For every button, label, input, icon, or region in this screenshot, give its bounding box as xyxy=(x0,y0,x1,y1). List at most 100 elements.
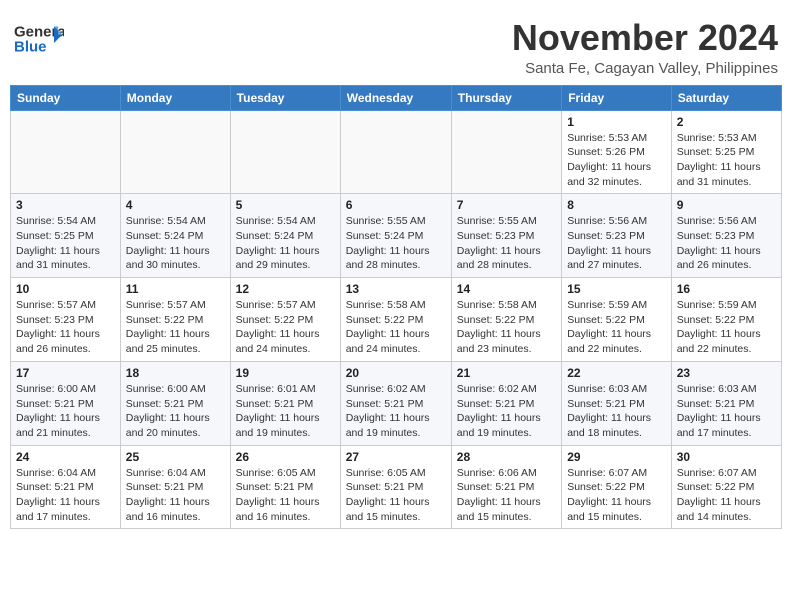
day-info: Sunrise: 5:58 AM Sunset: 5:22 PM Dayligh… xyxy=(346,298,446,357)
calendar-cell: 1 Sunrise: 5:53 AM Sunset: 5:26 PM Daylig… xyxy=(562,110,672,194)
day-number: 13 xyxy=(346,282,446,296)
calendar-week-row: 10Sunrise: 5:57 AM Sunset: 5:23 PM Dayli… xyxy=(11,278,782,362)
day-info: Sunrise: 5:53 AM Sunset: 5:26 PM Dayligh… xyxy=(567,131,666,190)
calendar-cell: 16 Sunrise: 5:59 AM Sunset: 5:22 PM Dayli… xyxy=(671,278,781,362)
calendar-cell: 3Sunrise: 5:54 AM Sunset: 5:25 PM Daylig… xyxy=(11,194,121,278)
calendar-table: SundayMondayTuesdayWednesdayThursdayFrid… xyxy=(10,85,782,530)
col-header-tuesday: Tuesday xyxy=(230,85,340,110)
calendar-cell: 30Sunrise: 6:07 AM Sunset: 5:22 PM Dayli… xyxy=(671,445,781,529)
day-number: 19 xyxy=(236,366,335,380)
calendar-cell: 27 Sunrise: 6:05 AM Sunset: 5:21 PM Dayli… xyxy=(340,445,451,529)
day-info: Sunrise: 5:54 AM Sunset: 5:25 PM Dayligh… xyxy=(16,214,115,273)
day-info: Sunrise: 6:07 AM Sunset: 5:22 PM Dayligh… xyxy=(567,466,666,525)
day-info: Sunrise: 6:00 AM Sunset: 5:21 PM Dayligh… xyxy=(126,382,225,441)
calendar-cell: 4Sunrise: 5:54 AM Sunset: 5:24 PM Daylig… xyxy=(120,194,230,278)
col-header-monday: Monday xyxy=(120,85,230,110)
day-info: Sunrise: 5:55 AM Sunset: 5:24 PM Dayligh… xyxy=(346,214,446,273)
day-number: 20 xyxy=(346,366,446,380)
day-info: Sunrise: 5:54 AM Sunset: 5:24 PM Dayligh… xyxy=(236,214,335,273)
calendar-cell: 9 Sunrise: 5:56 AM Sunset: 5:23 PM Daylig… xyxy=(671,194,781,278)
day-number: 9 xyxy=(677,198,776,212)
day-number: 5 xyxy=(236,198,335,212)
day-number: 21 xyxy=(457,366,556,380)
calendar-cell: 13 Sunrise: 5:58 AM Sunset: 5:22 PM Dayli… xyxy=(340,278,451,362)
day-number: 11 xyxy=(126,282,225,296)
day-number: 6 xyxy=(346,198,446,212)
day-number: 27 xyxy=(346,450,446,464)
month-title: November 2024 xyxy=(512,18,778,58)
calendar-cell xyxy=(11,110,121,194)
day-info: Sunrise: 5:56 AM Sunset: 5:23 PM Dayligh… xyxy=(567,214,666,273)
day-number: 22 xyxy=(567,366,666,380)
day-number: 28 xyxy=(457,450,556,464)
col-header-wednesday: Wednesday xyxy=(340,85,451,110)
calendar-cell: 11 Sunrise: 5:57 AM Sunset: 5:22 PM Dayli… xyxy=(120,278,230,362)
calendar-week-row: 3Sunrise: 5:54 AM Sunset: 5:25 PM Daylig… xyxy=(11,194,782,278)
day-number: 12 xyxy=(236,282,335,296)
day-number: 7 xyxy=(457,198,556,212)
day-number: 25 xyxy=(126,450,225,464)
day-info: Sunrise: 5:57 AM Sunset: 5:22 PM Dayligh… xyxy=(126,298,225,357)
calendar-cell: 2Sunrise: 5:53 AM Sunset: 5:25 PM Daylig… xyxy=(671,110,781,194)
col-header-sunday: Sunday xyxy=(11,85,121,110)
calendar-cell: 17 Sunrise: 6:00 AM Sunset: 5:21 PM Dayli… xyxy=(11,361,121,445)
day-number: 1 xyxy=(567,115,666,129)
logo-svg: General Blue xyxy=(14,18,64,58)
calendar-cell: 28 Sunrise: 6:06 AM Sunset: 5:21 PM Dayli… xyxy=(451,445,561,529)
calendar-week-row: 24 Sunrise: 6:04 AM Sunset: 5:21 PM Dayli… xyxy=(11,445,782,529)
day-info: Sunrise: 6:05 AM Sunset: 5:21 PM Dayligh… xyxy=(346,466,446,525)
calendar-cell: 5 Sunrise: 5:54 AM Sunset: 5:24 PM Daylig… xyxy=(230,194,340,278)
calendar-cell: 8 Sunrise: 5:56 AM Sunset: 5:23 PM Daylig… xyxy=(562,194,672,278)
calendar-cell: 15 Sunrise: 5:59 AM Sunset: 5:22 PM Dayli… xyxy=(562,278,672,362)
day-info: Sunrise: 6:03 AM Sunset: 5:21 PM Dayligh… xyxy=(567,382,666,441)
calendar-cell: 29Sunrise: 6:07 AM Sunset: 5:22 PM Dayli… xyxy=(562,445,672,529)
calendar-cell: 22 Sunrise: 6:03 AM Sunset: 5:21 PM Dayli… xyxy=(562,361,672,445)
day-info: Sunrise: 5:59 AM Sunset: 5:22 PM Dayligh… xyxy=(677,298,776,357)
day-info: Sunrise: 5:55 AM Sunset: 5:23 PM Dayligh… xyxy=(457,214,556,273)
day-info: Sunrise: 6:02 AM Sunset: 5:21 PM Dayligh… xyxy=(346,382,446,441)
calendar-cell xyxy=(340,110,451,194)
calendar-cell xyxy=(451,110,561,194)
day-info: Sunrise: 5:56 AM Sunset: 5:23 PM Dayligh… xyxy=(677,214,776,273)
day-info: Sunrise: 6:02 AM Sunset: 5:21 PM Dayligh… xyxy=(457,382,556,441)
calendar-cell xyxy=(120,110,230,194)
calendar-cell: 23 Sunrise: 6:03 AM Sunset: 5:21 PM Dayli… xyxy=(671,361,781,445)
day-number: 8 xyxy=(567,198,666,212)
calendar-cell: 20 Sunrise: 6:02 AM Sunset: 5:21 PM Dayli… xyxy=(340,361,451,445)
day-info: Sunrise: 6:03 AM Sunset: 5:21 PM Dayligh… xyxy=(677,382,776,441)
page-header: General Blue November 2024 Santa Fe, Cag… xyxy=(10,10,782,77)
calendar-cell: 19Sunrise: 6:01 AM Sunset: 5:21 PM Dayli… xyxy=(230,361,340,445)
day-info: Sunrise: 6:06 AM Sunset: 5:21 PM Dayligh… xyxy=(457,466,556,525)
day-number: 2 xyxy=(677,115,776,129)
day-info: Sunrise: 6:07 AM Sunset: 5:22 PM Dayligh… xyxy=(677,466,776,525)
location: Santa Fe, Cagayan Valley, Philippines xyxy=(512,60,778,77)
day-number: 16 xyxy=(677,282,776,296)
day-number: 24 xyxy=(16,450,115,464)
day-info: Sunrise: 6:04 AM Sunset: 5:21 PM Dayligh… xyxy=(16,466,115,525)
calendar-week-row: 17 Sunrise: 6:00 AM Sunset: 5:21 PM Dayli… xyxy=(11,361,782,445)
day-number: 26 xyxy=(236,450,335,464)
day-info: Sunrise: 5:54 AM Sunset: 5:24 PM Dayligh… xyxy=(126,214,225,273)
svg-text:Blue: Blue xyxy=(14,38,47,55)
day-info: Sunrise: 5:57 AM Sunset: 5:22 PM Dayligh… xyxy=(236,298,335,357)
day-number: 17 xyxy=(16,366,115,380)
day-info: Sunrise: 6:04 AM Sunset: 5:21 PM Dayligh… xyxy=(126,466,225,525)
calendar-cell: 10Sunrise: 5:57 AM Sunset: 5:23 PM Dayli… xyxy=(11,278,121,362)
calendar-cell: 18Sunrise: 6:00 AM Sunset: 5:21 PM Dayli… xyxy=(120,361,230,445)
col-header-friday: Friday xyxy=(562,85,672,110)
calendar-cell: 26 Sunrise: 6:05 AM Sunset: 5:21 PM Dayli… xyxy=(230,445,340,529)
calendar-cell xyxy=(230,110,340,194)
day-number: 14 xyxy=(457,282,556,296)
title-area: November 2024 Santa Fe, Cagayan Valley, … xyxy=(512,18,778,77)
day-number: 23 xyxy=(677,366,776,380)
calendar-header-row: SundayMondayTuesdayWednesdayThursdayFrid… xyxy=(11,85,782,110)
day-info: Sunrise: 6:00 AM Sunset: 5:21 PM Dayligh… xyxy=(16,382,115,441)
col-header-thursday: Thursday xyxy=(451,85,561,110)
day-number: 15 xyxy=(567,282,666,296)
day-info: Sunrise: 6:05 AM Sunset: 5:21 PM Dayligh… xyxy=(236,466,335,525)
day-info: Sunrise: 5:57 AM Sunset: 5:23 PM Dayligh… xyxy=(16,298,115,357)
logo: General Blue xyxy=(14,18,64,58)
day-info: Sunrise: 5:59 AM Sunset: 5:22 PM Dayligh… xyxy=(567,298,666,357)
calendar-week-row: 1 Sunrise: 5:53 AM Sunset: 5:26 PM Daylig… xyxy=(11,110,782,194)
calendar-cell: 25 Sunrise: 6:04 AM Sunset: 5:21 PM Dayli… xyxy=(120,445,230,529)
